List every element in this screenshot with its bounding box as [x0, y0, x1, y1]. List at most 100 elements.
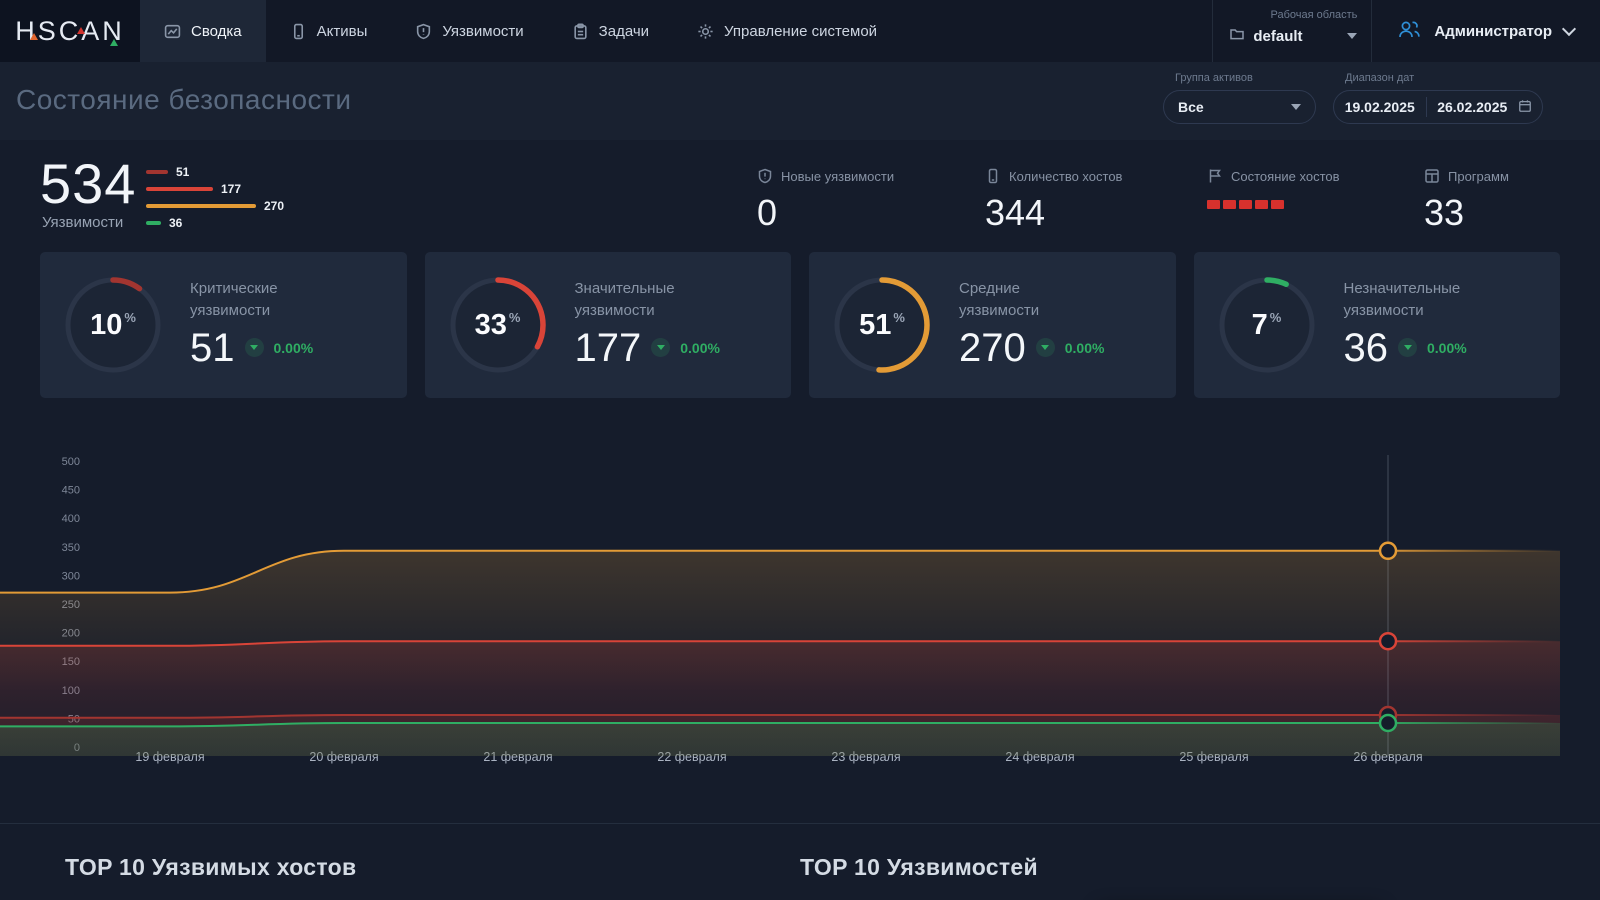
top-vulnerabilities-title: TOP 10 Уязвимостей — [800, 854, 1038, 880]
svg-text:400: 400 — [62, 513, 80, 525]
kpi-label: Состояние хостов — [1231, 168, 1340, 184]
tab-label: Уязвимости — [442, 22, 524, 40]
gauge-label: Незначительные уязвимости — [1343, 280, 1461, 319]
asset-group-select[interactable]: Все — [1163, 90, 1316, 124]
folder-icon — [1229, 26, 1245, 46]
severity-bar-value: 51 — [176, 164, 190, 179]
gauge-ring: 10% — [61, 273, 165, 377]
trend-down-icon — [1398, 338, 1417, 357]
svg-text:450: 450 — [62, 485, 80, 497]
severity-bar-value: 36 — [169, 215, 183, 230]
severity-bar — [146, 220, 161, 225]
gauge-percent: 33% — [474, 308, 521, 341]
gauge-value: 36 — [1343, 325, 1389, 370]
gauge-change: 0.00% — [1064, 339, 1105, 356]
kpi-label: Программ — [1448, 168, 1509, 184]
trend-down-icon — [1035, 338, 1055, 357]
logo-triangle-green-icon — [110, 39, 118, 46]
total-vulnerabilities-label: Уязвимости — [42, 214, 124, 231]
page-title: Состояние безопасности — [16, 84, 352, 115]
kpi-1: Количество хостов 344 — [985, 168, 1122, 234]
gauge-value: 270 — [959, 325, 1026, 370]
chevron-down-icon — [1561, 21, 1577, 37]
gauge-percent: 51% — [859, 308, 905, 341]
gauge-percent: 7% — [1251, 308, 1282, 341]
gauge-card-3[interactable]: 7% Незначительные уязвимости 36 0.00% — [1193, 252, 1560, 398]
gauge-percent: 10% — [90, 308, 136, 341]
kpi-3: Программ 33 — [1424, 168, 1509, 234]
gauge-ring: 33% — [446, 273, 550, 377]
topbar: HSCAN Сводка Активы Уязвимости Задачи Управл… — [0, 0, 1600, 62]
gauge-change: 0.00% — [680, 339, 720, 356]
gauge-ring: 51% — [830, 273, 934, 377]
svg-text:300: 300 — [62, 570, 80, 582]
workspace-selector[interactable]: Рабочая область default — [1213, 0, 1371, 62]
gauge-card-0[interactable]: 10% Критические уязвимости 51 0.00% — [40, 252, 407, 398]
tab-0[interactable]: Сводка — [140, 0, 266, 62]
severity-minibar-row: 177 — [146, 180, 284, 197]
severity-bar — [146, 186, 213, 191]
asset-group-value: Все — [1178, 99, 1204, 115]
kpi-0: Новые уязвимости 0 — [757, 168, 894, 234]
shield-alert-icon — [757, 168, 773, 184]
severity-minibar-row: 270 — [146, 197, 284, 214]
bottom-section: TOP 10 Уязвимых хостов TOP 10 Уязвимосте… — [0, 823, 1600, 900]
host-state-square — [1255, 200, 1268, 209]
main-nav: Сводка Активы Уязвимости Задачи Управление с… — [140, 0, 901, 62]
tasks-icon — [572, 22, 589, 40]
apps-icon — [1424, 168, 1440, 184]
shield-icon — [415, 23, 432, 40]
logo-triangle-orange-icon — [30, 33, 38, 40]
gauge-cards: 10% Критические уязвимости 51 0.00% 33% З… — [40, 252, 1560, 398]
trend-down-icon — [651, 338, 671, 357]
chevron-down-icon — [1291, 104, 1301, 110]
gauge-label: Средние уязвимости — [959, 280, 1040, 319]
gauge-label: Критические уязвимости — [190, 280, 278, 319]
trend-chart-svg: 05010015020025030035040045050019 февраля… — [0, 455, 1560, 764]
tab-2[interactable]: Уязвимости — [391, 0, 547, 62]
date-from-input[interactable]: 19.02.2025 — [1334, 99, 1426, 115]
top-hosts-title: TOP 10 Уязвимых хостов — [65, 854, 357, 880]
date-range-control: 19.02.2025 26.02.2025 — [1333, 90, 1543, 124]
tab-label: Сводка — [191, 22, 242, 40]
gauge-card-2[interactable]: 51% Средние уязвимости 270 0.00% — [809, 252, 1176, 398]
gauge-value: 51 — [190, 325, 235, 370]
tab-label: Задачи — [598, 22, 650, 40]
user-name: Администратор — [1434, 22, 1552, 40]
user-menu[interactable]: Администратор — [1372, 0, 1600, 62]
total-vulnerabilities-value: 534 — [40, 152, 137, 215]
logo-triangle-red-icon — [77, 27, 85, 34]
host-state-square — [1271, 200, 1284, 209]
assets-icon — [290, 23, 307, 40]
host-state-squares — [1207, 200, 1340, 209]
kpi-value: 33 — [1424, 192, 1465, 233]
trend-down-icon — [244, 338, 264, 357]
page-header: Состояние безопасности Группа активов Вс… — [0, 62, 1600, 140]
kpi-value: 0 — [757, 192, 778, 233]
kpi-label: Количество хостов — [1009, 168, 1123, 184]
gauge-change: 0.00% — [1427, 339, 1467, 356]
severity-bar — [146, 203, 256, 208]
date-range-filter: Диапазон дат 19.02.2025 26.02.2025 — [1333, 72, 1543, 124]
kpi-value: 344 — [985, 192, 1046, 233]
users-icon — [1396, 18, 1422, 45]
gauge-card-1[interactable]: 33% Значительные уязвимости 177 0.00% — [424, 252, 791, 398]
svg-text:500: 500 — [62, 456, 80, 468]
date-range-label: Диапазон дат — [1345, 72, 1415, 84]
svg-text:350: 350 — [62, 542, 80, 554]
calendar-icon[interactable] — [1518, 99, 1542, 116]
brand-logo[interactable]: HSCAN — [0, 0, 140, 62]
brand-name: HSCAN — [15, 15, 125, 46]
date-to-input[interactable]: 26.02.2025 — [1427, 99, 1519, 115]
gear-icon — [697, 23, 714, 40]
dashboard-root: HSCAN Сводка Активы Уязвимости Задачи Управл… — [0, 0, 1600, 900]
vulnerability-trend-chart[interactable]: 05010015020025030035040045050019 февраля… — [0, 440, 1600, 792]
tab-4[interactable]: Управление системой — [673, 0, 901, 62]
host-state-square — [1223, 200, 1236, 209]
tab-1[interactable]: Активы — [266, 0, 392, 62]
tab-3[interactable]: Задачи — [548, 0, 673, 62]
flag-icon — [1207, 168, 1223, 184]
kpi-2: Состояние хостов — [1207, 168, 1340, 209]
gauge-label: Значительные уязвимости — [574, 280, 675, 319]
